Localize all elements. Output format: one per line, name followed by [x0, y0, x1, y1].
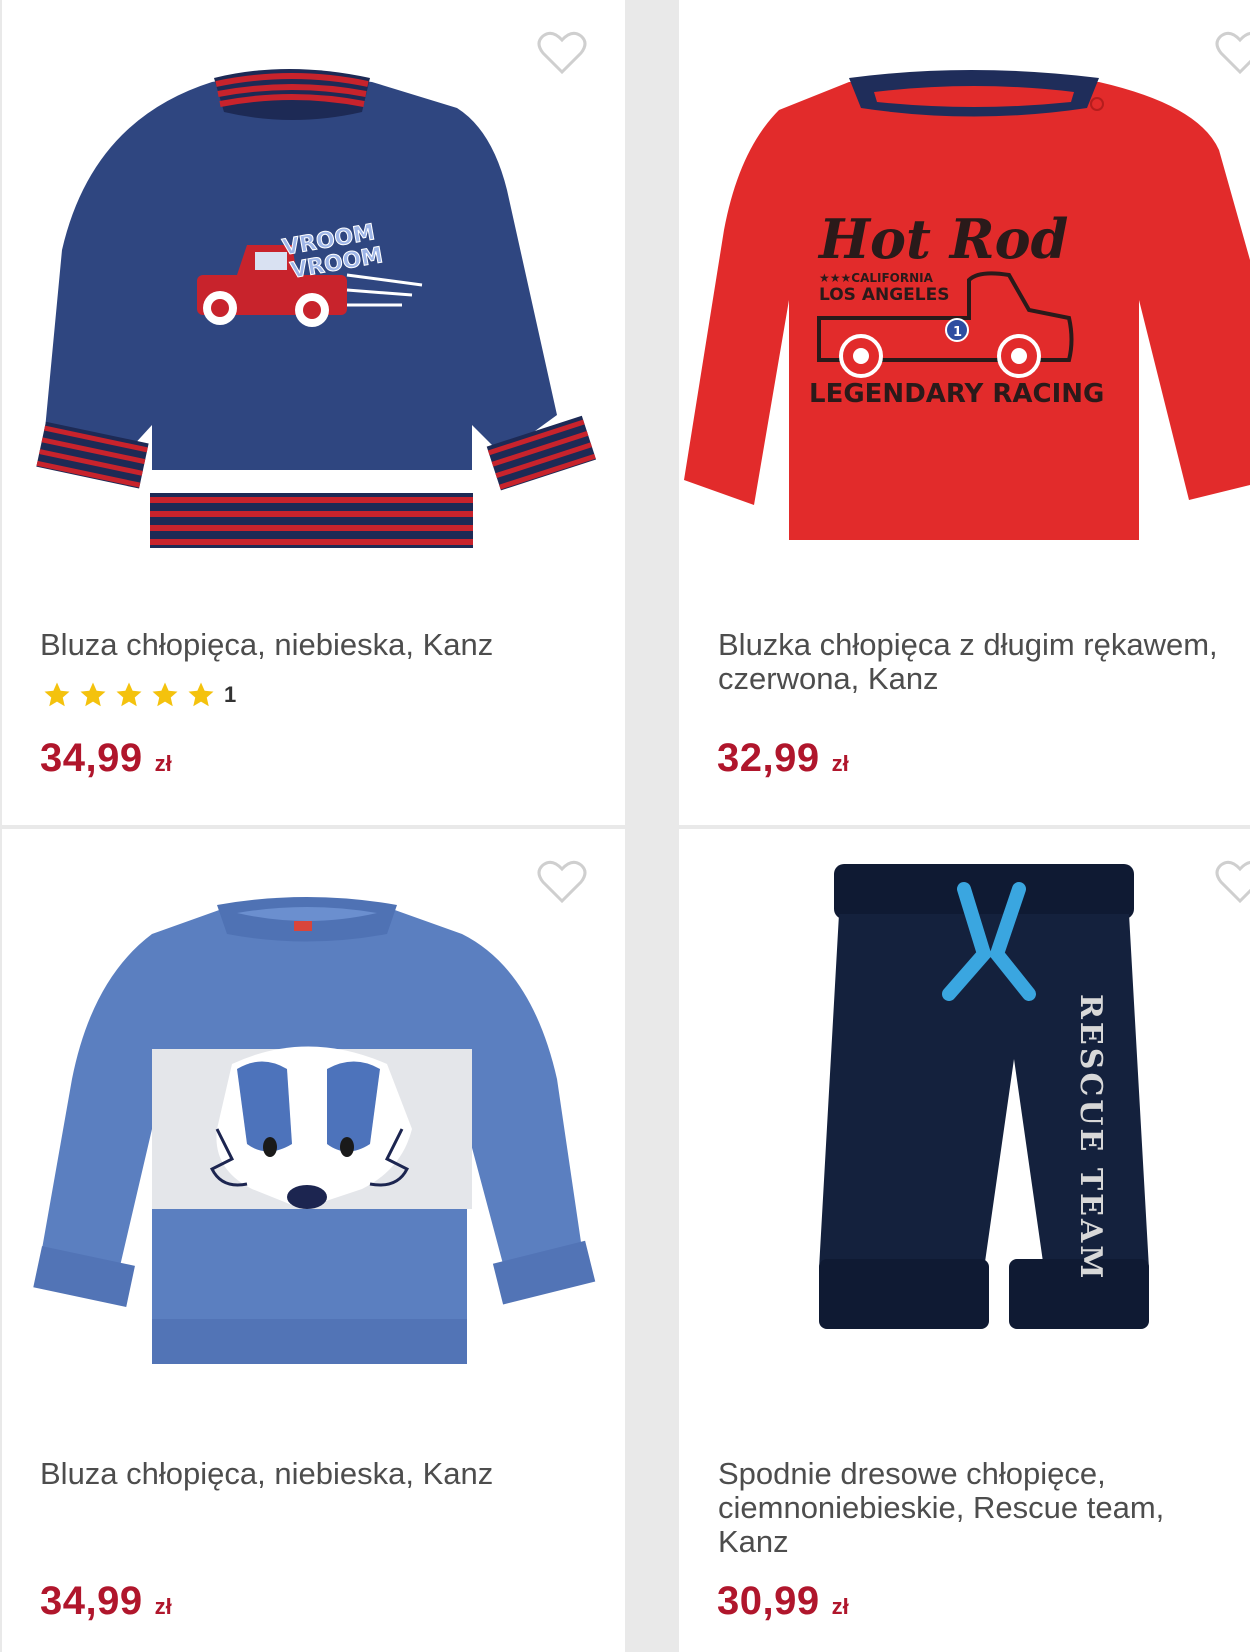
heart-outline-icon[interactable] [537, 859, 587, 905]
product-card[interactable]: RESCUE TEAM Spodnie dresowe chłopięce, c… [679, 829, 1250, 1652]
print-text: 1 [953, 325, 962, 340]
rating-count: 1 [224, 682, 237, 707]
price-currency: zł [154, 751, 172, 776]
star-icon [80, 682, 106, 707]
product-price: 34,99 zł [40, 736, 172, 781]
product-image-red-longsleeve[interactable]: Hot Rod ★★★CALIFORNIA LOS ANGELES 1 LEGE… [679, 0, 1250, 580]
heart-outline-icon[interactable] [1215, 30, 1250, 76]
price-value: 34,99 [40, 736, 143, 780]
product-title[interactable]: Bluza chłopięca, niebieska, Kanz [40, 628, 605, 662]
price-currency: zł [831, 1594, 849, 1619]
product-card[interactable]: Hot Rod ★★★CALIFORNIA LOS ANGELES 1 LEGE… [679, 0, 1250, 825]
product-card[interactable]: VROOM VROOM Bluza chłopięca, niebieska, … [2, 0, 625, 825]
print-text: LEGENDARY RACING [809, 379, 1104, 409]
price-value: 34,99 [40, 1579, 143, 1623]
heart-outline-icon[interactable] [537, 30, 587, 76]
product-image-blue-badger-sweatshirt[interactable] [2, 829, 625, 1409]
product-price: 30,99 zł [717, 1579, 849, 1624]
product-card[interactable]: Bluza chłopięca, niebieska, Kanz 34,99 z… [2, 829, 625, 1652]
product-title[interactable]: Bluzka chłopięca z długim rękawem, czerw… [718, 628, 1230, 696]
star-icon [152, 682, 178, 707]
price-value: 32,99 [717, 736, 820, 780]
print-text: RESCUE TEAM [1073, 994, 1108, 1282]
star-icon [116, 682, 142, 707]
star-icon [188, 682, 214, 707]
product-price: 32,99 zł [717, 736, 849, 781]
print-text: LOS ANGELES [819, 285, 949, 305]
price-value: 30,99 [717, 1579, 820, 1623]
price-currency: zł [831, 751, 849, 776]
product-title[interactable]: Bluza chłopięca, niebieska, Kanz [40, 1457, 605, 1491]
product-rating: 1 [42, 680, 236, 710]
product-image-navy-sweatshirt[interactable]: VROOM VROOM [2, 0, 625, 580]
print-text: Hot Rod [817, 207, 1068, 271]
product-title[interactable]: Spodnie dresowe chłopięce, ciemnoniebies… [718, 1457, 1230, 1559]
product-price: 34,99 zł [40, 1579, 172, 1624]
price-currency: zł [154, 1594, 172, 1619]
product-image-navy-sweatpants[interactable]: RESCUE TEAM [679, 829, 1250, 1409]
heart-outline-icon[interactable] [1215, 859, 1250, 905]
star-icon [44, 682, 70, 707]
print-text: ★★★CALIFORNIA [819, 271, 934, 285]
